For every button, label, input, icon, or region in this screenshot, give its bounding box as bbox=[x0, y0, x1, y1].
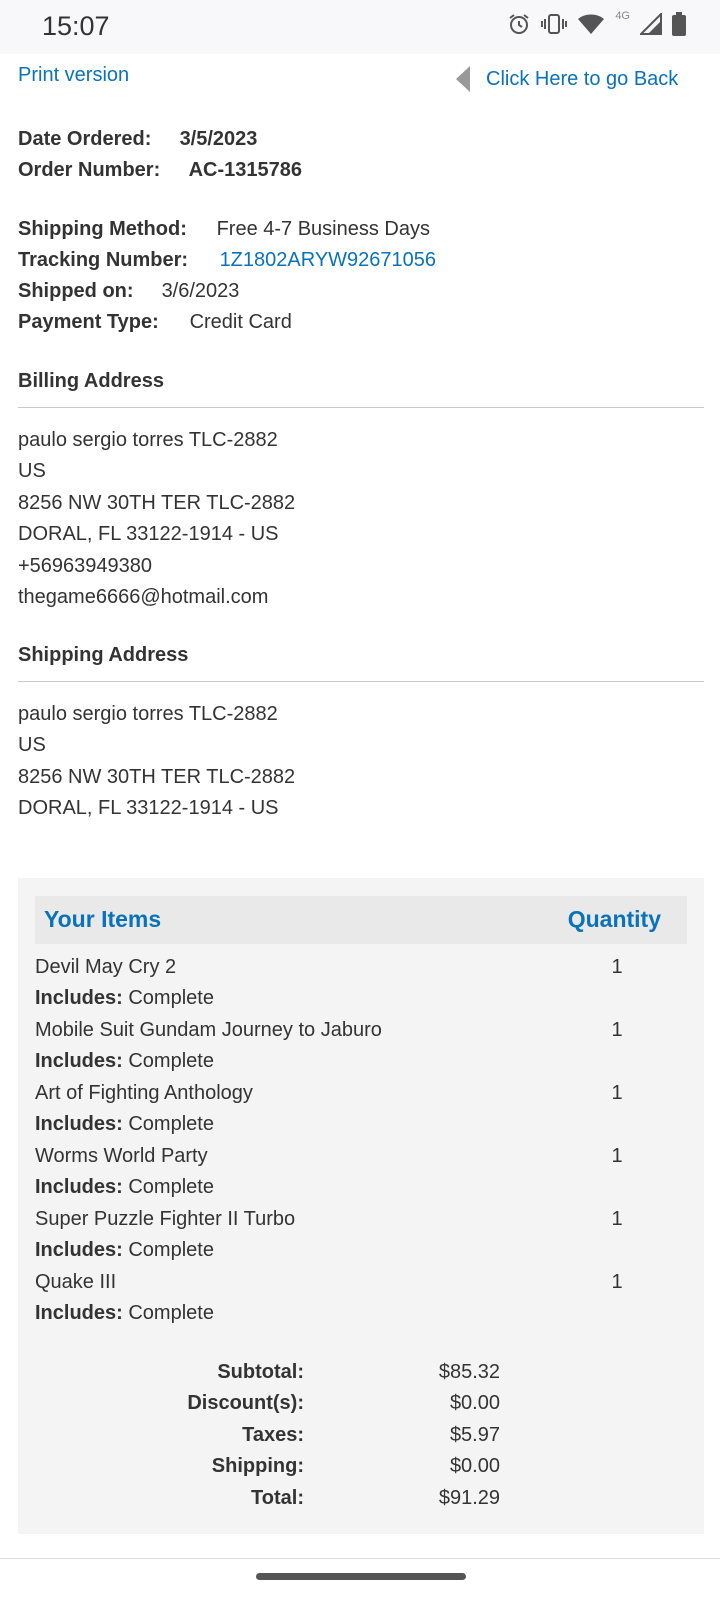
shipping-line: 8256 NW 30TH TER TLC-2882 bbox=[18, 766, 296, 788]
taxes-label: Taxes: bbox=[242, 1424, 304, 1446]
total-label: Total: bbox=[251, 1487, 304, 1509]
back-link[interactable]: Click Here to go Back bbox=[486, 68, 678, 91]
taxes-value: $5.97 bbox=[449, 1424, 500, 1446]
subtotal-label: Subtotal: bbox=[217, 1361, 304, 1383]
item-includes: Includes: Complete bbox=[35, 1113, 214, 1136]
item-includes: Includes: Complete bbox=[35, 987, 214, 1010]
item-name: Super Puzzle Fighter II Turbo bbox=[35, 1208, 296, 1230]
shipping-method-label: Shipping Method: bbox=[18, 218, 187, 240]
shipping-line: US bbox=[18, 734, 46, 756]
includes-value: Complete bbox=[128, 1302, 214, 1324]
battery-icon bbox=[672, 12, 686, 36]
billing-divider bbox=[18, 407, 704, 408]
includes-value: Complete bbox=[128, 1050, 214, 1072]
payment-type-label: Payment Type: bbox=[18, 311, 159, 333]
billing-email: thegame6666@hotmail.com bbox=[18, 586, 269, 608]
item-quantity: 1 bbox=[611, 1271, 623, 1293]
includes-label: Includes: bbox=[35, 1113, 123, 1135]
shipping-method-row: Shipping Method: Free 4-7 Business Days bbox=[18, 218, 430, 241]
items-header: Your Items Quantity bbox=[35, 896, 687, 944]
tracking-number-link[interactable]: 1Z1802ARYW92671056 bbox=[220, 249, 436, 271]
item-name: Worms World Party bbox=[35, 1145, 208, 1167]
tracking-number-label: Tracking Number: bbox=[18, 249, 189, 271]
shipping-method-value: Free 4-7 Business Days bbox=[216, 218, 430, 240]
shipping-cost-value: $0.00 bbox=[449, 1455, 500, 1477]
includes-label: Includes: bbox=[35, 1239, 123, 1261]
back-arrow-icon bbox=[456, 66, 470, 92]
item-name: Quake III bbox=[35, 1271, 117, 1293]
billing-address-title: Billing Address bbox=[18, 370, 164, 392]
print-version-link[interactable]: Print version bbox=[18, 64, 129, 87]
includes-value: Complete bbox=[128, 987, 214, 1009]
total-value: $91.29 bbox=[438, 1487, 500, 1509]
item-quantity: 1 bbox=[611, 1145, 623, 1167]
order-number-row: Order Number: AC-1315786 bbox=[18, 159, 302, 182]
item-includes: Includes: Complete bbox=[35, 1239, 214, 1262]
status-time: 15:07 bbox=[42, 11, 110, 41]
shipping-divider bbox=[18, 681, 704, 682]
items-header-label: Your Items bbox=[44, 906, 162, 932]
billing-line: paulo sergio torres TLC-2882 bbox=[18, 429, 278, 451]
includes-value: Complete bbox=[128, 1239, 214, 1261]
signal-icon bbox=[640, 13, 662, 35]
item-name: Art of Fighting Anthology bbox=[35, 1082, 253, 1104]
date-ordered-row: Date Ordered: 3/5/2023 bbox=[18, 128, 257, 151]
item-includes: Includes: Complete bbox=[35, 1302, 214, 1325]
item-name: Devil May Cry 2 bbox=[35, 956, 177, 978]
order-number-label: Order Number: bbox=[18, 159, 161, 181]
date-ordered-label: Date Ordered: bbox=[18, 128, 152, 150]
home-gesture-bar[interactable] bbox=[256, 1573, 466, 1580]
item-quantity: 1 bbox=[611, 956, 623, 978]
wifi-icon bbox=[577, 12, 605, 36]
order-number-value: AC-1315786 bbox=[188, 159, 302, 181]
includes-label: Includes: bbox=[35, 1176, 123, 1198]
item-quantity: 1 bbox=[611, 1019, 623, 1041]
tracking-number-row: Tracking Number: 1Z1802ARYW92671056 bbox=[18, 249, 436, 272]
back-link-group[interactable]: Click Here to go Back bbox=[456, 66, 678, 92]
status-bar: 15:07 4G bbox=[0, 0, 720, 54]
includes-value: Complete bbox=[128, 1176, 214, 1198]
includes-value: Complete bbox=[128, 1113, 214, 1135]
payment-type-row: Payment Type: Credit Card bbox=[18, 311, 292, 334]
shipping-address-title: Shipping Address bbox=[18, 644, 189, 666]
payment-type-value: Credit Card bbox=[189, 311, 292, 333]
billing-line: US bbox=[18, 460, 46, 482]
status-icons: 4G bbox=[507, 10, 686, 36]
shipping-line: paulo sergio torres TLC-2882 bbox=[18, 703, 278, 725]
shipped-on-row: Shipped on: 3/6/2023 bbox=[18, 280, 239, 303]
bottom-divider bbox=[0, 1558, 720, 1559]
shipping-cost-label: Shipping: bbox=[211, 1455, 304, 1477]
includes-label: Includes: bbox=[35, 1050, 123, 1072]
date-ordered-value: 3/5/2023 bbox=[179, 128, 258, 150]
4g-icon: 4G bbox=[615, 10, 630, 22]
billing-phone: +56963949380 bbox=[18, 555, 153, 577]
includes-label: Includes: bbox=[35, 1302, 123, 1324]
discount-value: $0.00 bbox=[449, 1392, 500, 1414]
shipping-line: DORAL, FL 33122-1914 - US bbox=[18, 797, 279, 819]
item-includes: Includes: Complete bbox=[35, 1176, 214, 1199]
discount-label: Discount(s): bbox=[187, 1392, 304, 1414]
item-name: Mobile Suit Gundam Journey to Jaburo bbox=[35, 1019, 382, 1041]
billing-line: DORAL, FL 33122-1914 - US bbox=[18, 523, 279, 545]
item-quantity: 1 bbox=[611, 1208, 623, 1230]
item-includes: Includes: Complete bbox=[35, 1050, 214, 1073]
alarm-icon bbox=[507, 12, 531, 36]
subtotal-value: $85.32 bbox=[438, 1361, 500, 1383]
vibrate-icon bbox=[541, 12, 568, 36]
shipped-on-label: Shipped on: bbox=[18, 280, 134, 302]
quantity-header-label: Quantity bbox=[567, 906, 661, 932]
includes-label: Includes: bbox=[35, 987, 123, 1009]
item-quantity: 1 bbox=[611, 1082, 623, 1104]
shipped-on-value: 3/6/2023 bbox=[161, 280, 240, 302]
billing-line: 8256 NW 30TH TER TLC-2882 bbox=[18, 492, 296, 514]
items-panel: Your Items Quantity Devil May Cry 2 1 In… bbox=[18, 878, 704, 1534]
